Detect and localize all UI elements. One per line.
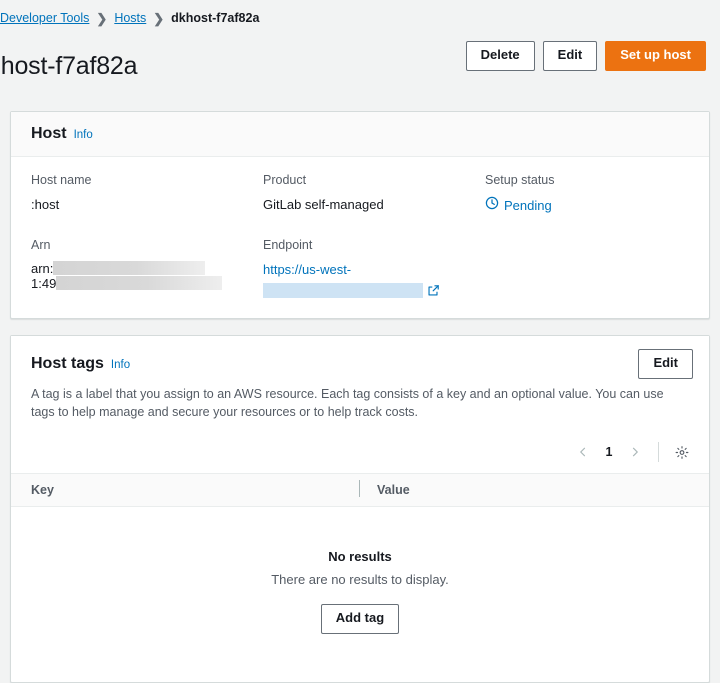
endpoint-value: https://us-west- (263, 261, 485, 298)
tags-table-empty-state: No results There are no results to displ… (11, 507, 709, 682)
setup-status-value-wrap: Pending (485, 196, 689, 234)
arn-redaction-block (56, 276, 222, 290)
clock-icon (485, 196, 499, 216)
tags-table-toolbar: 1 (11, 435, 709, 473)
host-details-grid: Host name Product Setup status :host Git… (11, 157, 709, 318)
host-name-value: :host (31, 196, 263, 234)
host-info-link[interactable]: Info (74, 129, 93, 141)
delete-button[interactable]: Delete (466, 41, 535, 71)
spacer-cell (485, 238, 689, 257)
breadcrumb-item-current: dkhost-f7af82a (171, 11, 259, 25)
tags-table-header-row: Key Value (11, 473, 709, 507)
empty-state-subtitle: There are no results to display. (271, 572, 449, 587)
host-details-card: Host Info Host name Product Setup status… (10, 111, 710, 319)
spacer-cell (485, 261, 689, 298)
setup-status-label: Setup status (485, 173, 689, 192)
chevron-right-icon[interactable] (622, 439, 648, 465)
host-tags-info-link[interactable]: Info (111, 359, 130, 371)
breadcrumb-item-developer-tools[interactable]: Developer Tools (0, 11, 89, 25)
host-name-label: Host name (31, 173, 263, 192)
edit-host-button[interactable]: Edit (543, 41, 598, 71)
endpoint-redaction-block (263, 283, 423, 298)
column-divider[interactable] (359, 480, 360, 497)
chevron-left-icon[interactable] (570, 439, 596, 465)
arn-value: arn: 1:49 (31, 261, 263, 298)
status-badge: Pending (504, 197, 552, 216)
gear-icon[interactable] (669, 439, 695, 465)
endpoint-link[interactable]: https://us-west- (263, 262, 351, 277)
toolbar-divider (658, 442, 659, 462)
host-tags-card: Host tags Info Edit A tag is a label tha… (10, 335, 710, 683)
external-link-icon[interactable] (427, 284, 440, 297)
empty-state-title: No results (328, 549, 392, 564)
breadcrumb-separator-icon: ❯ (153, 12, 164, 25)
arn-value-line1: arn: (31, 261, 53, 276)
endpoint-label: Endpoint (263, 238, 485, 257)
pagination-page-1[interactable]: 1 (598, 445, 620, 459)
page-title: :host-f7af82a (0, 52, 137, 81)
product-label: Product (263, 173, 485, 192)
edit-tags-button[interactable]: Edit (638, 349, 693, 379)
host-tags-description: A tag is a label that you assign to an A… (11, 383, 709, 435)
column-header-key[interactable]: Key (11, 483, 359, 497)
host-tags-title: Host tags (31, 355, 104, 373)
column-header-value[interactable]: Value (359, 483, 410, 497)
column-header-value-label: Value (377, 483, 410, 497)
product-value: GitLab self-managed (263, 196, 485, 234)
add-tag-button[interactable]: Add tag (321, 604, 399, 634)
page-header: :host-f7af82a Delete Edit Set up host (0, 25, 720, 111)
page-header-actions: Delete Edit Set up host (466, 35, 712, 71)
breadcrumb: Developer Tools ❯ Hosts ❯ dkhost-f7af82a (0, 0, 720, 25)
host-card-title: Host (31, 125, 67, 143)
host-card-header: Host Info (11, 112, 709, 157)
breadcrumb-separator-icon: ❯ (96, 12, 107, 25)
arn-redaction-block (53, 261, 205, 275)
arn-label: Arn (31, 238, 263, 257)
set-up-host-button[interactable]: Set up host (605, 41, 706, 71)
arn-value-line2: 1:49 (31, 276, 56, 291)
host-tags-card-header: Host tags Info Edit (11, 336, 709, 383)
breadcrumb-item-hosts[interactable]: Hosts (114, 11, 146, 25)
